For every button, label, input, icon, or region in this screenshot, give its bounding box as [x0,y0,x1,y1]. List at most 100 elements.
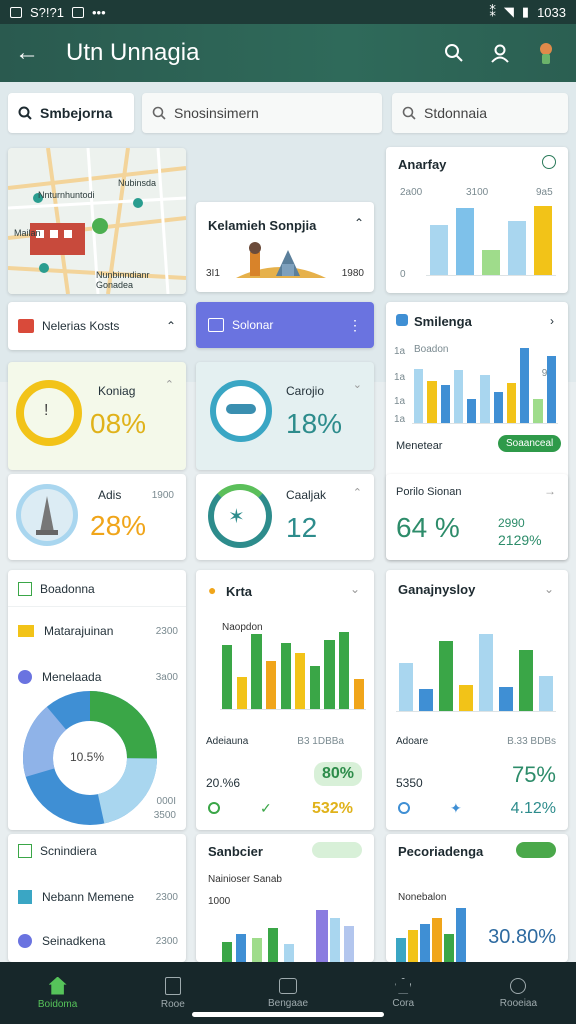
more-dots-icon: ••• [91,4,106,20]
status-left-text: S?!?1 [30,4,64,20]
donut-label-2: 3500 [153,810,176,821]
search-icon[interactable] [444,43,464,63]
map-label-4: Nunbinndianr Gonadea [96,270,150,290]
stat-card-carojio[interactable]: Carojio ⌄ 18% [196,362,374,470]
nav-home[interactable]: Boidoma [0,962,115,1024]
list-item[interactable]: Matarajuinan 2300 [18,624,178,638]
stat-title: Caaljak [286,488,327,502]
more-vertical-icon[interactable]: ⋮ [348,317,362,334]
toggle-chip[interactable] [312,842,362,858]
chevron-down-icon[interactable]: ⌄ [350,582,360,596]
ring-icon [208,802,220,814]
anarfay-card[interactable]: Anarfay 2a00 3100 9a5 0 [386,147,568,293]
list-item[interactable]: Menelaada 3a00 [18,670,178,684]
back-arrow-icon[interactable]: ← [0,39,54,67]
chart-bar [280,642,291,709]
clock-icon[interactable] [542,155,556,169]
stat-card-adis[interactable]: Adis 1900 28% [8,474,186,560]
chart-bar [265,660,277,709]
search-tab-1[interactable]: Smbejorna [8,93,134,133]
porlo-value: 64 % [396,512,460,543]
battery-icon: ▮ [521,4,530,19]
anarfay-tick-3: 9a5 [536,187,553,198]
bird-icon: ✦ [450,800,462,816]
stat-card-koniag[interactable]: ! Koniag ⌃ 08% [8,362,186,470]
folder-icon [18,625,34,637]
smilenga-footer-label: Menetear [396,440,443,452]
chevron-down-icon[interactable]: ⌄ [544,582,554,596]
krta-footer-1: Adeiauna [206,736,249,747]
map-view[interactable]: Nnturnhuntodi Nubinsda Mailan Nunbinndia… [8,148,186,294]
document-icon [18,844,32,858]
place-illustration [236,242,326,278]
map-label-3: Mailan [14,228,41,238]
ganaj-card[interactable]: Ganajnysloy ⌄ Adoare B.33 BDBs 5350 75% … [386,570,568,830]
list-item-value: 2300 [155,935,178,947]
chevron-up-icon[interactable]: ⌃ [166,319,176,333]
chevron-right-icon[interactable]: › [550,314,554,328]
list-item-label: Nebann Memene [42,890,135,904]
nav-card[interactable]: Nelerias Kosts ⌃ [8,302,186,350]
chevron-up-icon[interactable]: ⌃ [353,486,362,499]
search-input-label: Snosinsimern [174,105,259,121]
list-header: Boadonna [40,582,95,596]
stat-card-caaljak[interactable]: ✶ Caaljak ⌃ 12 [196,474,374,560]
search-tab-3[interactable]: Stdonnaia [392,93,568,133]
status-time: 1033 [537,4,566,20]
avatar[interactable] [536,41,556,65]
list-item[interactable]: Nebann Memene 2300 [18,890,178,904]
arrow-right-icon[interactable]: → [544,484,556,498]
sanbc-card[interactable]: Sanbcier Nainioser Sanab 1000 [196,834,374,962]
nav-item-4-label: Cora [392,997,415,1009]
krta-pct: 532% [312,800,353,817]
chevron-up-icon[interactable]: ⌃ [165,378,174,391]
map-pin-icon [18,319,34,333]
purple-card[interactable]: Solonar ⋮ [196,302,374,348]
boadonna-card[interactable]: Boadonna Matarajuinan 2300 Menelaada 3a0… [8,570,186,830]
anarfay-tick-1: 2a00 [400,187,423,198]
list2-card[interactable]: Scnindiera Nebann Memene 2300 Seinadkena… [8,834,186,962]
chart-bar [533,206,553,275]
smilenga-footer-button[interactable]: Soaanceal [498,435,562,452]
search-icon [402,106,416,120]
krta-card[interactable]: ● Krta ⌄ Naopdon Adeiauna B3 1DBBa 20.%6… [196,570,374,830]
list-item-label: Seinadkena [42,934,106,948]
home-indicator[interactable] [192,1012,384,1017]
nav-item-5-label: Rooeiaa [499,997,538,1009]
wifi-icon: ◥ [503,4,514,19]
porca-card[interactable]: Pecoriadenga Nonebalon 30.80% [386,834,568,962]
ganaj-footer-1: Adoare [396,736,429,747]
stat-sub: 1900 [151,490,174,501]
bird-icon: ✓ [260,800,272,816]
document-icon [18,582,32,596]
circle-icon [18,934,32,948]
anarfay-chart [426,202,556,276]
chevron-down-icon[interactable]: ⌄ [353,378,362,391]
page-title: Utn Unnagia [66,39,200,66]
nav-item-5[interactable]: Rooeiaa [461,962,576,1024]
smilenga-chart [412,344,558,424]
stat-title: Koniag [98,384,136,398]
chart-bar [453,370,464,423]
app-bar: ← Utn Unnagia [0,24,576,82]
app-icon [71,6,84,18]
stat-value: 18% [286,408,343,439]
toggle-chip[interactable] [516,842,556,858]
list-item-value: 2300 [155,625,178,637]
search-icon [152,106,166,120]
profile-icon[interactable] [490,43,510,63]
ganaj-value: 75% [511,762,556,787]
stat-title: Adis [98,488,122,502]
porlo-card[interactable]: Porilo Sionan → 64 % 2990 2129% [386,474,568,560]
krta-badge: 80% [314,762,363,786]
map-label-2: Nubinsda [118,178,157,188]
search-input[interactable]: Snosinsimern [142,93,382,133]
status-bar: S?!?1 ••• ⁑ ◥ ▮ 1033 [0,0,576,24]
list-item[interactable]: Seinadkena 2300 [18,934,178,948]
porlo-title: Porilo Sionan [396,486,462,498]
porca-title: Pecoriadenga [398,844,484,859]
chevron-up-icon[interactable]: ⌃ [354,216,364,230]
stat-value: 12 [286,512,318,543]
place-card-right: 1980 [341,268,364,279]
place-card[interactable]: Kelamieh Sonpjia ⌃ 3I1 1980 [196,202,374,292]
